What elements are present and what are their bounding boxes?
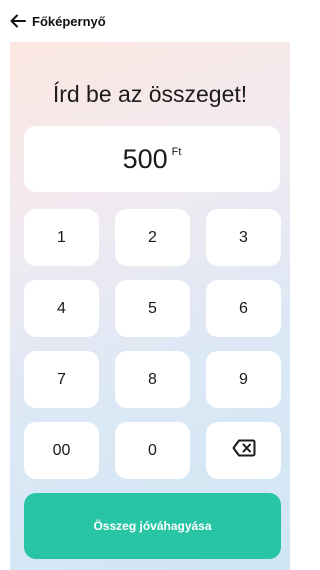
- amount-value: 500: [122, 143, 168, 174]
- page-title: Írd be az összeget!: [52, 81, 248, 107]
- key-4[interactable]: 4: [24, 280, 99, 337]
- key-00[interactable]: 00: [24, 422, 99, 479]
- amount-display: 500 Ft: [24, 126, 280, 192]
- key-7[interactable]: 7: [24, 351, 99, 408]
- currency-label: Ft: [171, 146, 182, 158]
- key-3[interactable]: 3: [206, 209, 281, 266]
- backspace-icon: [232, 439, 256, 462]
- key-6[interactable]: 6: [206, 280, 281, 337]
- key-8[interactable]: 8: [115, 351, 190, 408]
- key-5[interactable]: 5: [115, 280, 190, 337]
- arrow-left-icon: [10, 14, 26, 28]
- key-9[interactable]: 9: [206, 351, 281, 408]
- amount-entry-panel: Írd be az összeget! 500 Ft 1 2 3 4 5 6 7…: [10, 42, 290, 570]
- top-bar: Főképernyő: [0, 0, 293, 42]
- key-1[interactable]: 1: [24, 209, 99, 266]
- back-label: Főképernyő: [32, 13, 106, 29]
- backspace-button[interactable]: [206, 422, 281, 479]
- back-button[interactable]: Főképernyő: [10, 14, 106, 29]
- confirm-amount-button[interactable]: Összeg jóváhagyása: [24, 493, 281, 559]
- key-0[interactable]: 0: [115, 422, 190, 479]
- key-2[interactable]: 2: [115, 209, 190, 266]
